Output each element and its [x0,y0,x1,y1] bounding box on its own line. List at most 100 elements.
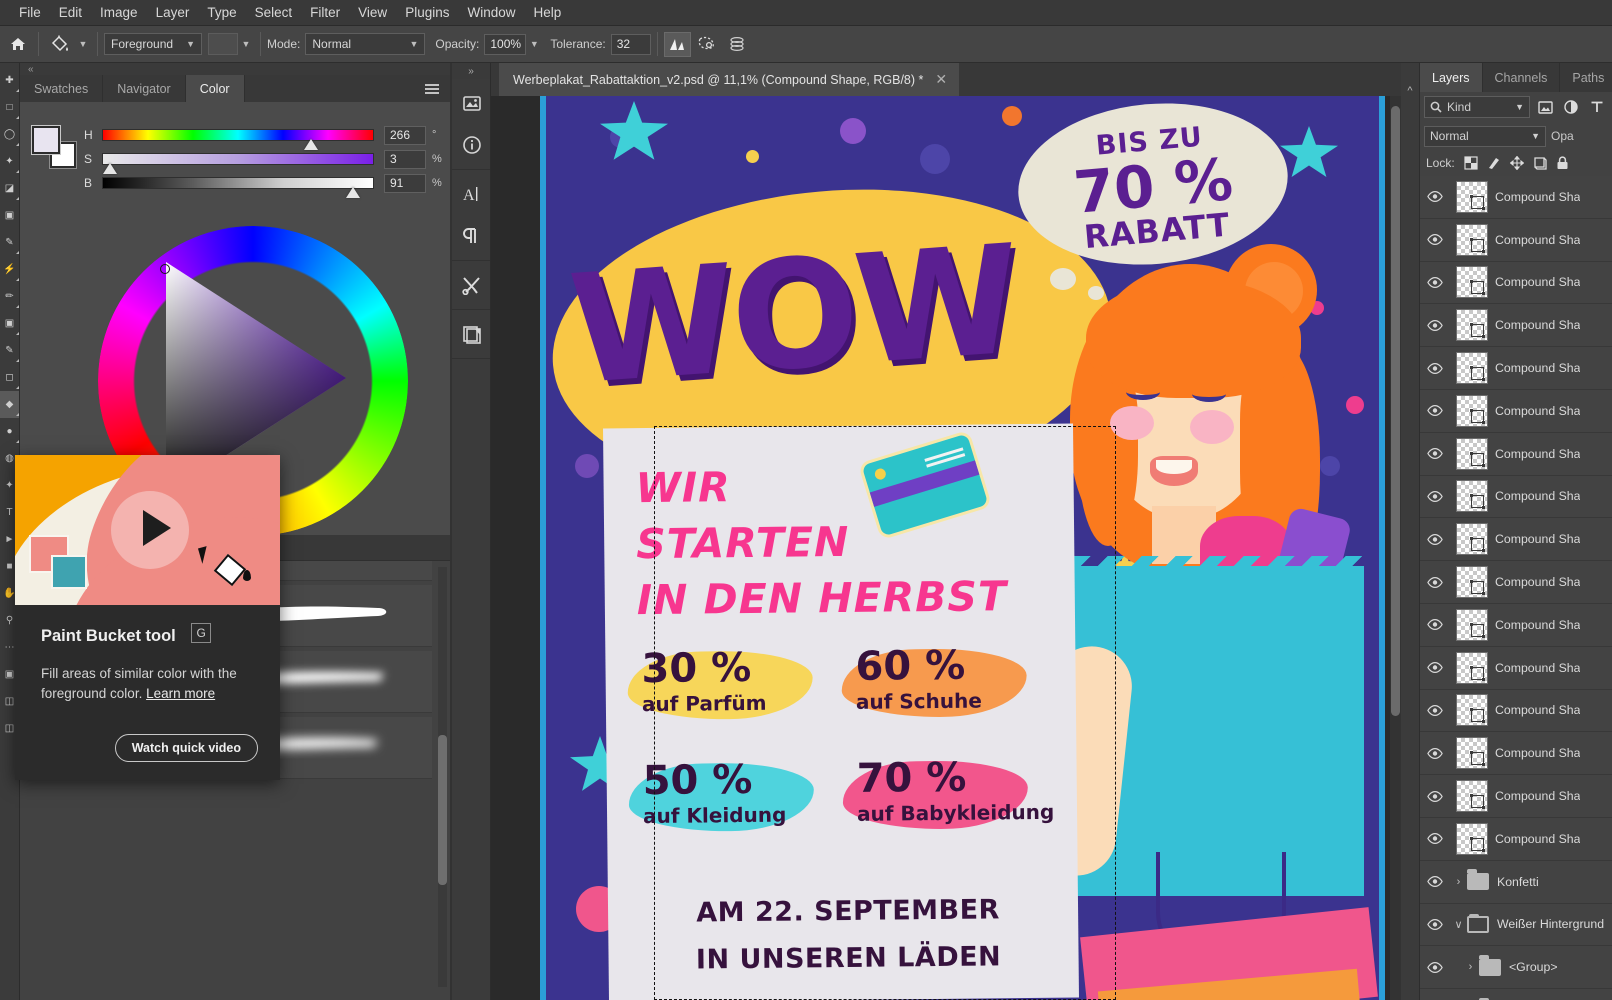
lasso-tool-icon[interactable]: ◯ [0,121,19,148]
layer-visibility-toggle[interactable] [1420,276,1450,288]
right-dock-collapse-strip[interactable]: ^ [1401,63,1420,1000]
layer-visibility-toggle[interactable] [1420,790,1450,802]
eraser-tool-icon[interactable]: ◻ [0,364,19,391]
layer-row[interactable]: ∨ Weißer Hintergrund [1420,903,1612,947]
layer-row[interactable]: Compound Sha [1420,389,1612,433]
saturation-slider-knob[interactable] [103,163,117,174]
layer-visibility-toggle[interactable] [1420,747,1450,759]
character-icon[interactable]: A [452,173,491,215]
layer-list[interactable]: Compound Sha Compound Sha Compound Sha Comp… [1420,176,1612,1000]
lock-transparent-icon[interactable] [1464,156,1478,170]
layer-row[interactable]: Compound Sha [1420,817,1612,861]
opacity-input[interactable]: 100% [484,33,527,55]
layer-row[interactable]: Compound Sha [1420,732,1612,776]
layer-row[interactable]: Compound Sha [1420,518,1612,562]
lock-position-icon[interactable] [1509,156,1524,170]
layer-row[interactable]: Compound Sha [1420,689,1612,733]
menu-item-filter[interactable]: Filter [301,1,349,24]
menu-item-file[interactable]: File [10,1,50,24]
menu-item-select[interactable]: Select [246,1,302,24]
layer-visibility-toggle[interactable] [1420,490,1450,502]
color-picker-handle[interactable] [160,264,170,274]
layer-row[interactable]: Compound Sha [1420,261,1612,305]
libraries-icon[interactable] [452,82,491,124]
hue-slider-track[interactable] [102,129,374,150]
layer-row[interactable]: Compound Sha [1420,775,1612,818]
opacity-chevron-icon[interactable]: ▼ [526,33,542,55]
lock-all-icon[interactable] [1556,156,1569,170]
layer-row[interactable]: › Konfetti [1420,860,1612,904]
hue-input[interactable]: 266 [384,125,426,145]
layer-visibility-toggle[interactable] [1420,405,1450,417]
layer-visibility-toggle[interactable] [1420,876,1450,888]
coach-video-thumbnail[interactable] [15,455,280,605]
layer-thumbnail[interactable] [1456,309,1488,342]
layer-row[interactable]: ›<Group> [1420,946,1612,990]
layer-thumbnail[interactable] [1456,180,1488,213]
learn-more-link[interactable]: Learn more [146,686,215,701]
layer-thumbnail[interactable] [1456,480,1488,513]
pattern-chevron-icon[interactable]: ▼ [238,33,254,55]
marquee-tool-icon[interactable]: □ [0,94,19,121]
home-icon[interactable] [4,31,32,57]
pattern-swatch[interactable] [208,33,238,55]
layer-thumbnail[interactable] [1456,266,1488,299]
saturation-input[interactable]: 3 [384,149,426,169]
layer-row[interactable]: ›<Group> [1420,989,1612,1000]
saturation-slider-track[interactable] [102,153,374,174]
lock-image-icon[interactable] [1487,156,1501,170]
layer-row[interactable]: Compound Sha [1420,475,1612,519]
adjustment-filter-icon[interactable] [1560,96,1582,118]
tab-color[interactable]: Color [185,75,245,102]
eyedropper-tool-icon[interactable]: ✎ [0,229,19,256]
menu-item-view[interactable]: View [349,1,396,24]
lock-artboard-icon[interactable] [1533,156,1547,170]
layer-filter-kind-select[interactable]: Kind ▼ [1424,96,1530,118]
layer-row[interactable]: Compound Sha [1420,176,1612,219]
layer-row[interactable]: Compound Sha [1420,218,1612,262]
anti-alias-icon[interactable] [663,31,691,57]
layer-visibility-toggle[interactable] [1420,362,1450,374]
chevron-down-icon[interactable]: ∨ [1450,918,1467,931]
healing-tool-icon[interactable]: ⚡ [0,256,19,283]
layer-visibility-toggle[interactable] [1420,533,1450,545]
tolerance-input[interactable]: 32 [610,33,651,55]
menu-item-window[interactable]: Window [458,1,524,24]
foreground-background-swatches[interactable] [32,126,76,168]
layer-visibility-toggle[interactable] [1420,576,1450,588]
blur-tool-icon[interactable]: ● [0,418,19,445]
pixel-filter-icon[interactable] [1534,96,1556,118]
layer-visibility-toggle[interactable] [1420,448,1450,460]
blend-mode-select[interactable]: Normal ▼ [305,33,426,55]
foreground-color-swatch[interactable] [32,126,60,154]
brightness-slider-track[interactable] [102,177,374,198]
frame-tool-icon[interactable]: ▣ [0,202,19,229]
layer-row[interactable]: Compound Sha [1420,603,1612,647]
layer-thumbnail[interactable] [1456,566,1488,599]
tab-channels[interactable]: Channels [1483,63,1561,92]
clone-stamp-tool-icon[interactable]: ▣ [0,310,19,337]
info-icon[interactable] [452,124,491,166]
paragraph-icon[interactable] [452,215,491,257]
layer-row[interactable]: Compound Sha [1420,347,1612,390]
hue-slider-knob[interactable] [304,139,318,150]
menu-item-type[interactable]: Type [198,1,245,24]
layer-visibility-toggle[interactable] [1420,619,1450,631]
menu-item-image[interactable]: Image [91,1,147,24]
layer-thumbnail[interactable] [1456,437,1488,470]
layer-visibility-toggle[interactable] [1420,918,1450,930]
type-filter-icon[interactable] [1586,96,1608,118]
layer-visibility-toggle[interactable] [1420,833,1450,845]
document-tab[interactable]: Werbeplakat_Rabattaktion_v2.psd @ 11,1% … [499,63,960,96]
chevron-right-icon[interactable]: › [1462,961,1479,973]
layer-thumbnail[interactable] [1456,737,1488,770]
layer-visibility-toggle[interactable] [1420,234,1450,246]
layer-thumbnail[interactable] [1456,523,1488,556]
crop-tool-icon[interactable]: ◪ [0,175,19,202]
brush-list-scrollbar[interactable] [438,567,447,987]
poster-artwork[interactable]: WOW BIS ZU 70 % RABATT WIR STARTEN IN DE… [540,96,1385,1000]
chevron-up-icon[interactable]: ^ [1401,85,1419,97]
brightness-input[interactable]: 91 [384,173,426,193]
layer-blend-mode-select[interactable]: Normal ▼ [1424,125,1546,147]
history-brush-tool-icon[interactable]: ✎ [0,337,19,364]
